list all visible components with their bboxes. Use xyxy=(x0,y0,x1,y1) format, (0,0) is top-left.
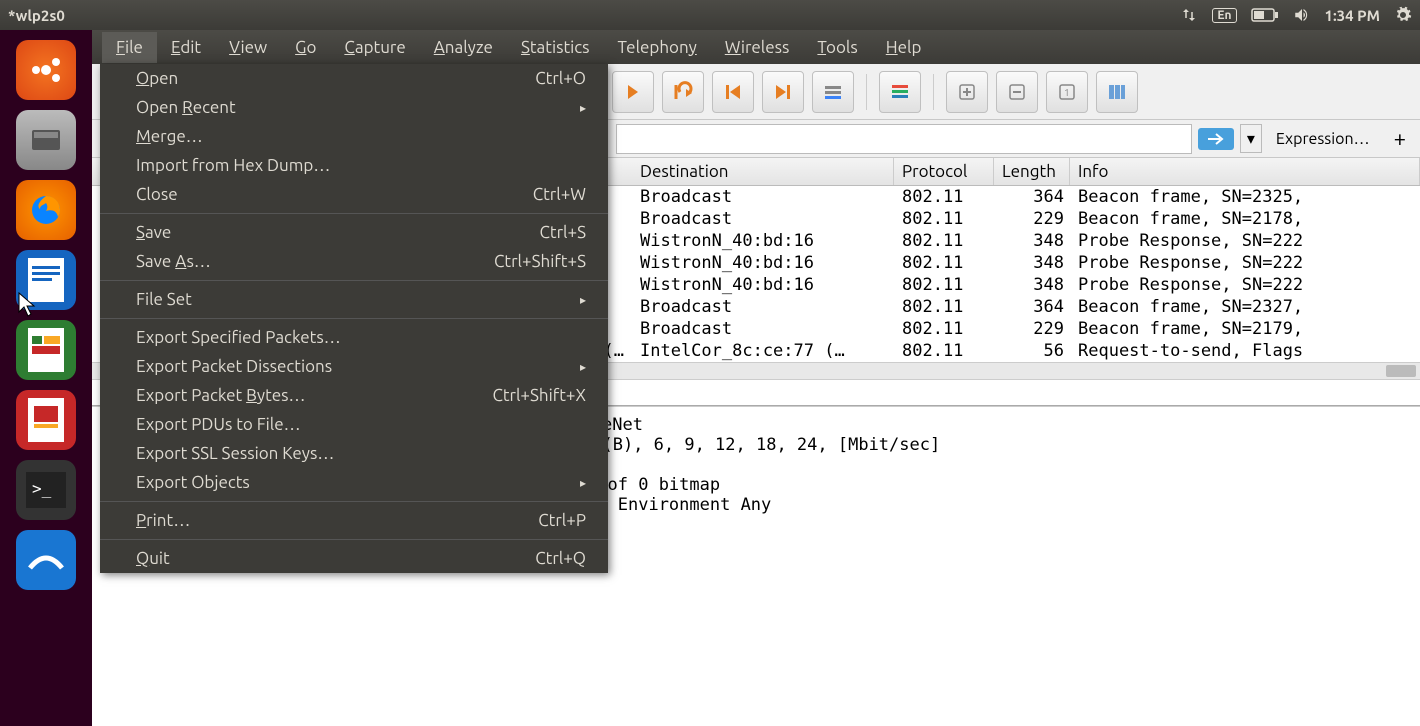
menu-wireless[interactable]: Wireless xyxy=(711,32,804,63)
launcher-wireshark-icon[interactable] xyxy=(16,530,76,590)
app-menubar: File Edit View Go Capture Analyze Statis… xyxy=(92,30,1420,64)
menu-item-save[interactable]: SaveCtrl+S xyxy=(100,218,608,247)
menu-item-open[interactable]: OpenCtrl+O xyxy=(100,64,608,93)
battery-icon[interactable] xyxy=(1251,8,1279,22)
menu-item-open-recent[interactable]: Open Recent xyxy=(100,93,608,122)
go-last-packet-button[interactable] xyxy=(662,71,704,113)
menu-telephony[interactable]: Telephony xyxy=(604,32,711,63)
file-menu-dropdown: OpenCtrl+O Open Recent Merge… Import fro… xyxy=(100,64,608,573)
menu-item-export-objects[interactable]: Export Objects xyxy=(100,468,608,497)
window-title: *wlp2s0 xyxy=(8,7,65,24)
system-topbar: *wlp2s0 En 1:34 PM xyxy=(0,0,1420,30)
menu-item-export-pdus[interactable]: Export PDUs to File… xyxy=(100,410,608,439)
column-header-info[interactable]: Info xyxy=(1070,158,1420,185)
svg-text:>_: >_ xyxy=(32,479,52,498)
gear-icon[interactable] xyxy=(1394,6,1412,24)
menu-item-export-packets[interactable]: Export Specified Packets… xyxy=(100,323,608,352)
autoscroll-button[interactable] xyxy=(812,71,854,113)
menu-item-import-hex[interactable]: Import from Hex Dump… xyxy=(100,151,608,180)
mouse-cursor-icon xyxy=(18,292,38,318)
column-header-protocol[interactable]: Protocol xyxy=(894,158,994,185)
go-end-button[interactable] xyxy=(762,71,804,113)
launcher-files-icon[interactable] xyxy=(16,110,76,170)
launcher-terminal-icon[interactable]: >_ xyxy=(16,460,76,520)
launcher-impress-icon[interactable] xyxy=(16,390,76,450)
go-next-packet-button[interactable] xyxy=(612,71,654,113)
zoom-in-button[interactable] xyxy=(946,71,988,113)
launcher-dash-icon[interactable] xyxy=(16,40,76,100)
colorize-button[interactable] xyxy=(879,71,921,113)
menu-tools[interactable]: Tools xyxy=(803,32,871,63)
menu-item-export-bytes[interactable]: Export Packet Bytes…Ctrl+Shift+X xyxy=(100,381,608,410)
menu-item-export-ssl[interactable]: Export SSL Session Keys… xyxy=(100,439,608,468)
menu-item-close[interactable]: CloseCtrl+W xyxy=(100,180,608,209)
zoom-reset-button[interactable]: 1 xyxy=(1046,71,1088,113)
expression-button[interactable]: Expression… xyxy=(1268,130,1378,148)
menu-item-print[interactable]: Print…Ctrl+P xyxy=(100,506,608,535)
menu-item-quit[interactable]: QuitCtrl+Q xyxy=(100,544,608,573)
menu-analyze[interactable]: Analyze xyxy=(420,32,507,63)
menu-item-merge[interactable]: Merge… xyxy=(100,122,608,151)
column-header-destination[interactable]: Destination xyxy=(632,158,894,185)
clock[interactable]: 1:34 PM xyxy=(1325,7,1380,24)
menu-help[interactable]: Help xyxy=(872,32,936,63)
apply-filter-button[interactable] xyxy=(1198,128,1234,150)
launcher-calc-icon[interactable] xyxy=(16,320,76,380)
svg-text:1: 1 xyxy=(1064,87,1070,98)
menu-file[interactable]: File xyxy=(102,32,157,63)
filter-dropdown-button[interactable]: ▾ xyxy=(1240,124,1262,153)
menu-statistics[interactable]: Statistics xyxy=(507,32,604,63)
add-filter-button[interactable]: + xyxy=(1384,126,1416,151)
resize-columns-button[interactable] xyxy=(1096,71,1138,113)
volume-icon[interactable] xyxy=(1293,6,1311,24)
menu-item-export-dissections[interactable]: Export Packet Dissections xyxy=(100,352,608,381)
menu-capture[interactable]: Capture xyxy=(330,32,419,63)
go-first-button[interactable] xyxy=(712,71,754,113)
display-filter-input[interactable] xyxy=(616,124,1192,154)
menu-edit[interactable]: Edit xyxy=(157,32,215,63)
zoom-out-button[interactable] xyxy=(996,71,1038,113)
launcher-firefox-icon[interactable] xyxy=(16,180,76,240)
unity-launcher: >_ xyxy=(0,30,92,726)
menu-item-file-set[interactable]: File Set xyxy=(100,285,608,314)
menu-item-save-as[interactable]: Save As…Ctrl+Shift+S xyxy=(100,247,608,276)
keyboard-language-indicator[interactable]: En xyxy=(1212,8,1236,23)
menu-go[interactable]: Go xyxy=(281,32,330,63)
system-tray: En 1:34 PM xyxy=(1180,6,1412,24)
network-icon[interactable] xyxy=(1180,6,1198,24)
menu-view[interactable]: View xyxy=(215,32,281,63)
column-header-length[interactable]: Length xyxy=(994,158,1070,185)
